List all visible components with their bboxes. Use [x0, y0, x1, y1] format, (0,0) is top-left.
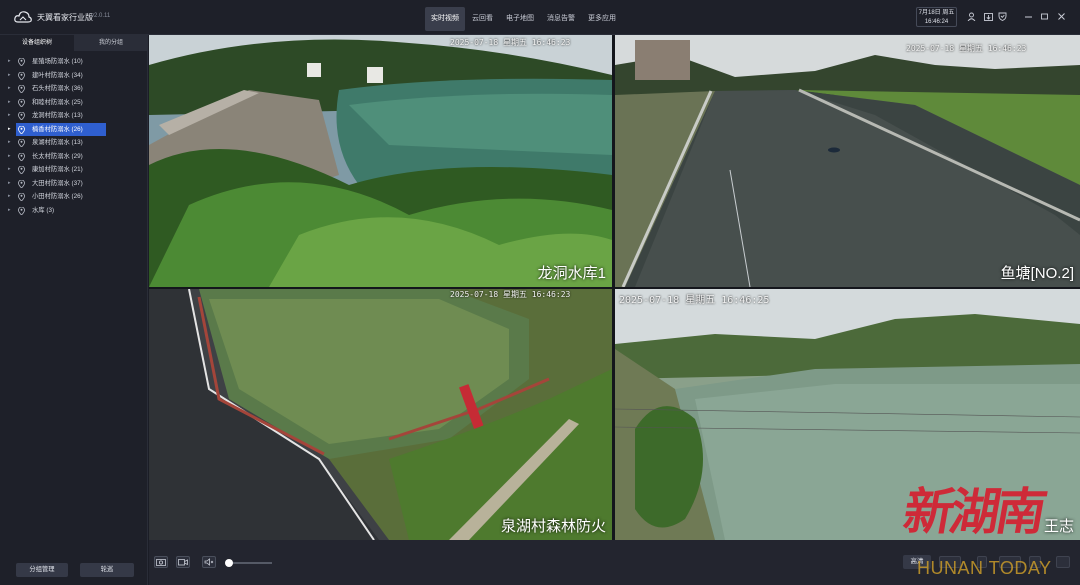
expand-arrow-icon[interactable]: ▸ [8, 109, 11, 123]
camera-name: 龙洞水库1 [537, 265, 606, 282]
main-nav: 实时视频 云回看 电子地图 消息告警 更多应用 [425, 7, 623, 31]
camera-timestamp: 2025-07-18 星期五 16:46:23 [450, 290, 571, 299]
fullscreen-button[interactable] [1056, 556, 1070, 568]
expand-arrow-icon[interactable]: ▸ [8, 96, 11, 110]
app-version: v2.0.11 [91, 13, 111, 19]
expand-arrow-icon[interactable]: ▸ [8, 163, 11, 177]
tab-my-groups[interactable]: 我的分组 [74, 35, 148, 51]
group-manage-button[interactable]: 分组管理 [16, 563, 68, 577]
camera-name: 泉湖村森林防火 [500, 518, 606, 535]
location-pin-icon [18, 58, 25, 66]
tab-more-apps[interactable]: 更多应用 [582, 7, 622, 31]
current-date: 7月18日 周五 [918, 10, 955, 16]
tree-item-label: 康加村防溺水 (21) [32, 166, 83, 173]
location-pin-icon [18, 193, 25, 201]
camera-feed-pond-railing [149, 289, 612, 540]
tree-item-label: 小田村防溺水 (26) [32, 193, 83, 200]
carousel-button[interactable]: 轮巡 [80, 563, 134, 577]
tree-item[interactable]: ▸ 星殖场防溺水 (10) [0, 55, 148, 69]
tree-item-label: 石头村防溺水 (36) [32, 85, 83, 92]
tab-electronic-map[interactable]: 电子地图 [500, 7, 540, 31]
cloud-logo-icon [14, 11, 32, 23]
expand-arrow-icon[interactable]: ▸ [8, 204, 11, 218]
camera-timestamp: 2025-07-18 星期五 16:46:23 [906, 44, 1027, 53]
tree-item[interactable]: ▸ 泉湖村防溺水 (13) [0, 136, 148, 150]
tree-item[interactable]: ▸ 长太村防溺水 (29) [0, 150, 148, 164]
location-pin-icon [18, 152, 25, 161]
expand-arrow-icon[interactable]: ▸ [8, 123, 11, 137]
tree-item[interactable]: ▸ 和睦村防溺水 (25) [0, 96, 148, 110]
expand-arrow-icon[interactable]: ▸ [8, 150, 11, 164]
shield-icon[interactable] [998, 12, 1007, 21]
tree-item[interactable]: ▸ 楠香村防溺水 (26) [8, 122, 106, 136]
expand-arrow-icon[interactable]: ▸ [8, 136, 11, 150]
datetime-display: 7月18日 周五 16:46:24 [916, 7, 957, 27]
tree-item-label: 龙洞村防溺水 (13) [32, 112, 83, 119]
location-pin-icon [18, 98, 25, 107]
close-icon[interactable] [1057, 12, 1066, 21]
top-bar: 天翼看家行业版 v2.0.11 实时视频 云回看 电子地图 消息告警 更多应用 … [0, 0, 1080, 35]
device-tree: ▸ 星殖场防溺水 (10) ▸ 建叶村防溺水 (34) ▸ 石头村防溺水 (36) ▸ 和睦村… [0, 55, 148, 217]
location-pin-icon [18, 112, 25, 120]
tree-item[interactable]: ▸ 建叶村防溺水 (34) [0, 69, 148, 83]
location-pin-icon [18, 206, 25, 215]
minimize-icon[interactable] [1024, 12, 1033, 21]
snapshot-icon[interactable] [154, 556, 168, 568]
maximize-icon[interactable] [1040, 12, 1049, 21]
camera-feed-fish-pond [615, 35, 1080, 287]
tree-item[interactable]: ▸ 康加村防溺水 (21) [0, 163, 148, 177]
tab-cloud-playback[interactable]: 云回看 [466, 7, 499, 31]
tab-live-video[interactable]: 实时视频 [425, 7, 465, 31]
location-pin-icon [18, 139, 25, 147]
tab-alerts[interactable]: 消息告警 [541, 7, 581, 31]
location-pin-icon [18, 125, 25, 134]
camera-timestamp: 2025-07-18 星期五 16:46:23 [450, 38, 571, 47]
current-time: 16:46:24 [924, 19, 949, 25]
app-window: 天翼看家行业版 v2.0.11 实时视频 云回看 电子地图 消息告警 更多应用 … [0, 0, 1080, 585]
tree-item-label: 楠香村防溺水 (26) [32, 125, 83, 133]
watermark-en: HUNAN TODAY [917, 558, 1052, 578]
tree-item-label: 星殖场防溺水 (10) [32, 58, 83, 65]
tree-item-label: 泉湖村防溺水 (13) [32, 139, 83, 146]
camera-feed-reservoir [149, 35, 612, 287]
expand-arrow-icon[interactable]: ▸ [8, 55, 11, 69]
camera-name: 鱼塘[NO.2] [1000, 265, 1074, 282]
tree-item-label: 和睦村防溺水 (25) [32, 98, 83, 106]
sidebar-tabs: 设备组织树 我的分组 [0, 35, 148, 51]
video-tile-2[interactable]: 2025-07-18 星期五 16:46:23 鱼塘[NO.2] [615, 35, 1080, 287]
camera-name: 王志 [1043, 518, 1074, 535]
expand-arrow-icon[interactable]: ▸ [8, 177, 11, 191]
tree-item-label: 水库 (3) [32, 206, 55, 214]
tree-item[interactable]: ▸ 水库 (3) [0, 204, 148, 218]
watermark-cn: 新湖南 [899, 482, 1048, 541]
location-pin-icon [18, 179, 25, 188]
expand-arrow-icon[interactable]: ▸ [8, 69, 11, 83]
volume-icon[interactable] [202, 556, 216, 568]
device-sidebar: 设备组织树 我的分组 ▸ 星殖场防溺水 (10) ▸ 建叶村防溺水 (34) ▸ 石头村防… [0, 35, 148, 585]
video-tile-1[interactable]: 2025-07-18 星期五 16:46:23 龙洞水库1 [149, 35, 612, 287]
app-title: 天翼看家行业版 [37, 13, 93, 22]
record-icon[interactable] [176, 556, 190, 568]
location-pin-icon [18, 85, 25, 93]
video-tile-3[interactable]: 2025-07-18 星期五 16:46:23 泉湖村森林防火 [149, 289, 612, 540]
user-icon[interactable] [967, 12, 976, 21]
tree-item[interactable]: ▸ 石头村防溺水 (36) [0, 82, 148, 96]
tab-device-tree[interactable]: 设备组织树 [0, 35, 74, 51]
tree-item-label: 建叶村防溺水 (34) [32, 71, 83, 79]
volume-knob[interactable] [225, 559, 234, 567]
tree-item-label: 大田村防溺水 (37) [32, 179, 83, 187]
tree-item[interactable]: ▸ 小田村防溺水 (26) [0, 190, 148, 204]
video-grid: 2025-07-18 星期五 16:46:23 龙洞水库1 2025-07-18… [149, 35, 1080, 540]
tree-item[interactable]: ▸ 大田村防溺水 (37) [0, 177, 148, 191]
expand-arrow-icon[interactable]: ▸ [8, 82, 11, 96]
camera-timestamp: 2025-07-18 星期五 16:46:25 [619, 295, 770, 306]
tree-item[interactable]: ▸ 龙洞村防溺水 (13) [0, 109, 148, 123]
location-pin-icon [18, 166, 25, 174]
download-icon[interactable] [984, 12, 993, 21]
expand-arrow-icon[interactable]: ▸ [8, 190, 11, 204]
location-pin-icon [18, 71, 25, 80]
volume-slider[interactable] [225, 559, 272, 567]
tree-item-label: 长太村防溺水 (29) [32, 152, 83, 160]
